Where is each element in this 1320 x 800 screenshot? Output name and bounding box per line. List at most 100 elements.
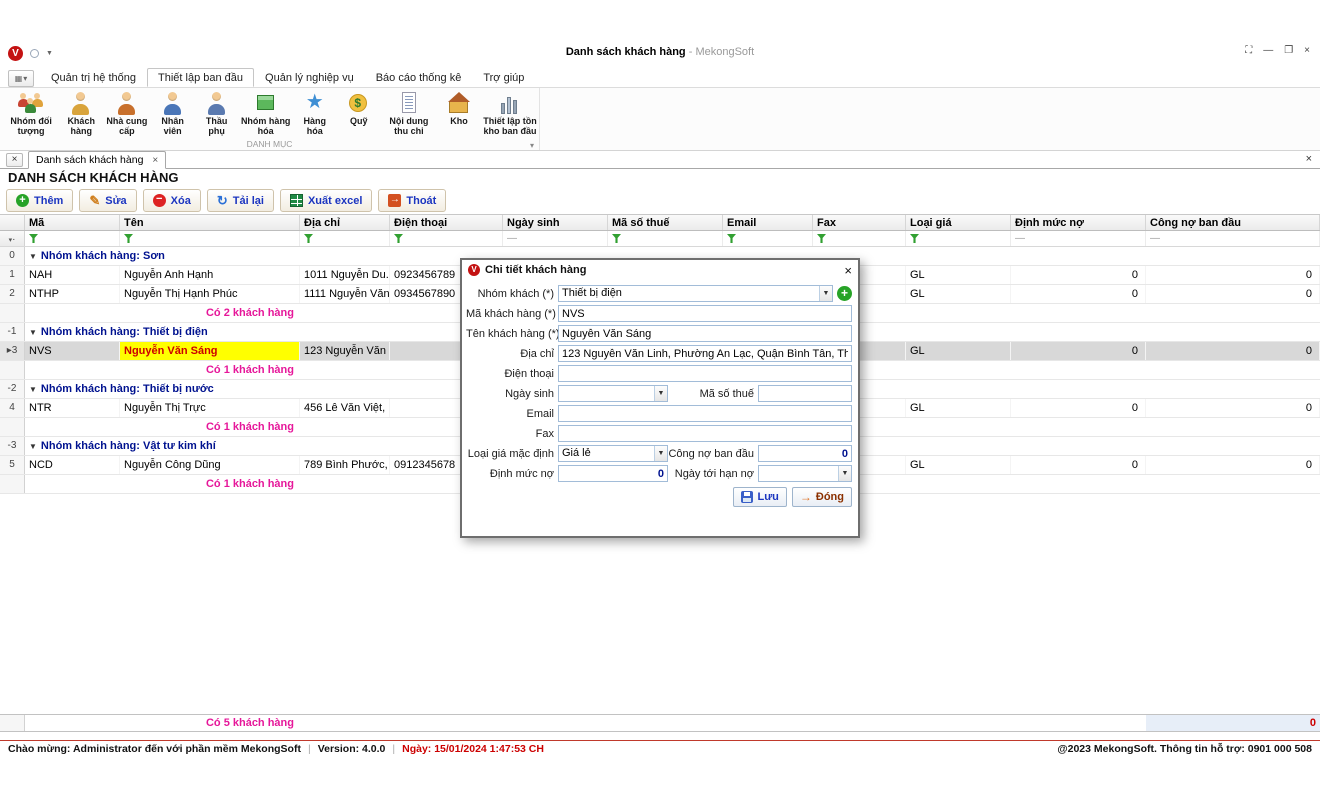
ribbon-tab-0[interactable]: Quản trị hệ thống xyxy=(40,68,147,87)
tabstrip-close-button[interactable]: × xyxy=(6,153,23,167)
fit-window-icon[interactable]: ⛶ xyxy=(1245,45,1252,56)
button-label: Xóa xyxy=(171,195,191,207)
column-header-8[interactable]: Loại giá xyxy=(906,215,1011,230)
filter-icon xyxy=(910,234,919,243)
ribbon-item-supplier[interactable]: Nhà cung cấp xyxy=(103,90,150,138)
dia-chi-input[interactable] xyxy=(558,345,852,362)
field-label-ngay-toi-han: Ngày tới hạn nợ xyxy=(668,468,758,480)
filter-cell-2[interactable] xyxy=(300,231,390,246)
column-header-7[interactable]: Fax xyxy=(813,215,906,230)
ribbon-tab-1[interactable]: Thiết lập ban đầu xyxy=(147,68,254,87)
chevron-down-icon[interactable]: ▼ xyxy=(819,286,832,301)
column-header-5[interactable]: Mã số thuế xyxy=(608,215,723,230)
ribbon-item-label: Nội dung thu chi xyxy=(383,116,435,137)
ngay-toi-han-combo[interactable]: ▼ xyxy=(758,465,852,482)
save-button[interactable]: Lưu xyxy=(733,487,786,507)
dialog-titlebar[interactable]: V Chi tiết khách hàng × xyxy=(462,260,858,280)
column-header-0[interactable]: Mã xyxy=(25,215,120,230)
add-group-button[interactable]: + xyxy=(837,286,852,301)
collapse-triangle-icon[interactable]: ▼ xyxy=(29,328,37,337)
add-icon: + xyxy=(16,194,29,207)
filter-icon xyxy=(304,234,313,243)
customer-detail-dialog: V Chi tiết khách hàng × Nhóm khách (*) T… xyxy=(460,258,860,538)
field-label-fax: Fax xyxy=(466,428,558,440)
ribbon-item-customer[interactable]: Khách hàng xyxy=(59,90,103,138)
ribbon-item-initial-inventory[interactable]: Thiết lập tồn kho ban đầu xyxy=(481,90,539,138)
ribbon-item-employee[interactable]: Nhân viên xyxy=(151,90,195,138)
group-launcher-icon[interactable]: ▾ xyxy=(530,141,534,150)
collapse-triangle-icon[interactable]: ▼ xyxy=(29,442,37,451)
cong-no-input[interactable] xyxy=(758,445,852,462)
filter-cell-5[interactable] xyxy=(608,231,723,246)
add-button[interactable]: +Thêm xyxy=(6,189,73,212)
ribbon-tab-4[interactable]: Trợ giúp xyxy=(472,68,535,87)
filter-cell-0[interactable] xyxy=(25,231,120,246)
ribbon-item-warehouse[interactable]: Kho xyxy=(437,90,481,127)
tab-close-icon[interactable]: × xyxy=(152,155,158,166)
footer-spacer xyxy=(25,715,120,731)
ten-khach-hang-input[interactable] xyxy=(558,325,852,342)
filter-cell-1[interactable] xyxy=(120,231,300,246)
filter-cell-6[interactable] xyxy=(723,231,813,246)
column-header-1[interactable]: Tên xyxy=(120,215,300,230)
close-button[interactable]: → Đóng xyxy=(792,487,852,507)
column-header-3[interactable]: Điện thoại xyxy=(390,215,503,230)
tab-danh-sach-khach-hang[interactable]: Danh sách khách hàng× xyxy=(28,151,166,169)
filter-cell-10[interactable]: — xyxy=(1146,231,1320,246)
email-input[interactable] xyxy=(558,405,852,422)
dien-thoai-input[interactable] xyxy=(558,365,852,382)
ribbon-item-label: Hàng hóa xyxy=(295,116,335,137)
reload-button[interactable]: ↻Tải lại xyxy=(207,189,274,212)
cell: 0 xyxy=(1011,266,1146,284)
edit-button[interactable]: ✎Sửa xyxy=(79,189,136,212)
close-icon[interactable]: × xyxy=(1304,45,1310,56)
dialog-close-icon[interactable]: × xyxy=(844,264,852,277)
ribbon-item-fund[interactable]: $Quỹ xyxy=(337,90,381,127)
ribbon-item-label: Nhân viên xyxy=(153,116,193,137)
ma-khach-hang-input[interactable] xyxy=(558,305,852,322)
column-header-10[interactable]: Công nợ ban đầu xyxy=(1146,215,1320,230)
column-header-6[interactable]: Email xyxy=(723,215,813,230)
button-label: Xuất excel xyxy=(308,195,362,207)
filter-cell-3[interactable] xyxy=(390,231,503,246)
filter-cell-7[interactable] xyxy=(813,231,906,246)
column-header-9[interactable]: Định mức nợ xyxy=(1011,215,1146,230)
chevron-down-icon[interactable]: ▼ xyxy=(654,386,667,401)
ngay-sinh-combo[interactable]: ▼ xyxy=(558,385,668,402)
filter-cell-9[interactable]: — xyxy=(1011,231,1146,246)
nhom-khach-combo[interactable]: Thiết bị điện ▼ xyxy=(558,285,833,302)
ribbon-item-label: Kho xyxy=(450,116,468,126)
ribbon-tab-2[interactable]: Quản lý nghiệp vụ xyxy=(254,68,365,87)
column-header-4[interactable]: Ngày sinh xyxy=(503,215,608,230)
ribbon-item-product[interactable]: ★Hàng hóa xyxy=(293,90,337,138)
field-label-loai-gia: Loại giá mặc định xyxy=(466,448,558,460)
ribbon-tab-3[interactable]: Báo cáo thống kê xyxy=(365,68,473,87)
group-label: Nhóm khách hàng: Sơn xyxy=(41,250,165,262)
loai-gia-combo[interactable]: Giá lẻ ▼ xyxy=(558,445,668,462)
delete-button[interactable]: −Xóa xyxy=(143,189,201,212)
exit-button[interactable]: →Thoát xyxy=(378,189,446,212)
filter-cell-4[interactable]: — xyxy=(503,231,608,246)
inventory-chart-icon xyxy=(497,91,523,115)
column-header-2[interactable]: Địa chỉ xyxy=(300,215,390,230)
ribbon-item-product-group[interactable]: Nhóm hàng hóa xyxy=(239,90,293,138)
restore-icon[interactable]: ❐ xyxy=(1284,45,1293,56)
fax-input[interactable] xyxy=(558,425,852,442)
chevron-down-icon[interactable]: ▼ xyxy=(838,466,851,481)
ribbon-item-label: Nhóm hàng hóa xyxy=(241,116,291,137)
chevron-down-icon[interactable]: ▼ xyxy=(654,446,667,461)
ribbon-item-group-objects[interactable]: Nhóm đối tượng xyxy=(3,90,59,138)
field-label-dien-thoai: Điện thoại xyxy=(466,368,558,380)
ma-so-thue-input[interactable] xyxy=(758,385,852,402)
no-filter-dash: — xyxy=(1150,233,1160,244)
tabstrip-close-all-icon[interactable]: × xyxy=(1306,153,1312,165)
collapse-triangle-icon[interactable]: ▼ xyxy=(29,252,37,261)
dinh-muc-no-input[interactable] xyxy=(558,465,668,482)
application-menu-button[interactable]: ▦▾ xyxy=(8,70,34,87)
collapse-triangle-icon[interactable]: ▼ xyxy=(29,385,37,394)
ribbon-item-subcontractor[interactable]: Thầu phụ xyxy=(195,90,239,138)
filter-cell-8[interactable] xyxy=(906,231,1011,246)
ribbon-item-income-expense[interactable]: Nội dung thu chi xyxy=(381,90,437,138)
minimize-icon[interactable]: — xyxy=(1263,45,1273,56)
excel-button[interactable]: Xuất excel xyxy=(280,189,372,212)
